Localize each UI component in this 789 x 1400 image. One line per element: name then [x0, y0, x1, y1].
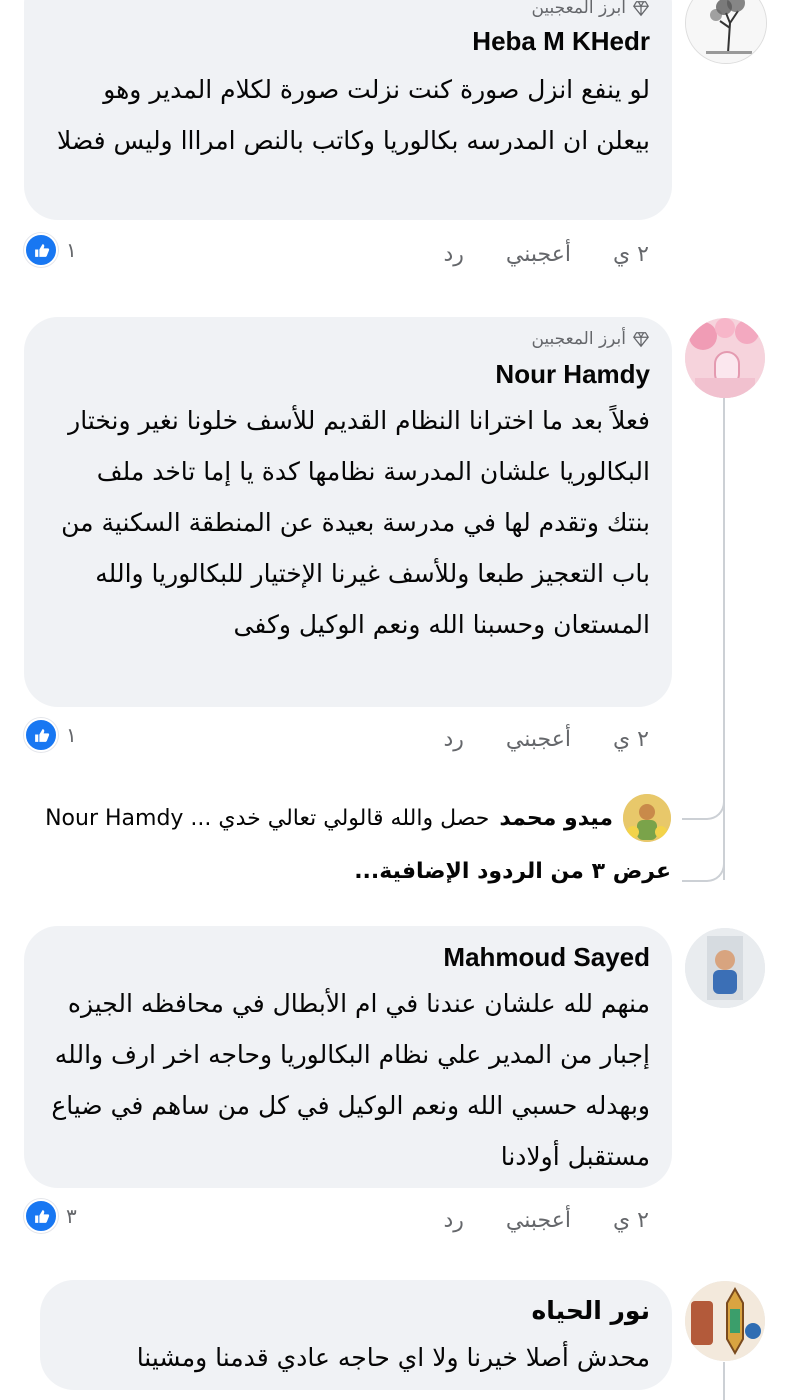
comment-author[interactable]: Nour Hamdy: [495, 359, 650, 390]
thread-line: [723, 1362, 725, 1400]
reply-button[interactable]: رد: [443, 242, 463, 267]
top-fan-badge: أبرز المعجبين: [531, 0, 650, 18]
comment-actions: ٢ ي أعجبني رد: [401, 727, 649, 752]
like-thumb-icon: [24, 718, 58, 752]
reply-button[interactable]: رد: [443, 727, 463, 752]
comment-time[interactable]: ٢ ي: [613, 1208, 649, 1233]
reaction-summary[interactable]: ٣: [24, 1199, 77, 1233]
reaction-summary[interactable]: ١: [24, 718, 77, 752]
avatar[interactable]: [685, 928, 765, 1008]
comment-actions: ٢ ي أعجبني رد: [401, 1208, 649, 1233]
comment-bubble: نور الحياه محدش أصلا خيرنا ولا اي حاجه ع…: [40, 1280, 672, 1390]
child-photo-avatar: [685, 928, 765, 1008]
like-button[interactable]: أعجبني: [506, 1208, 571, 1233]
thread-branch: [682, 790, 725, 820]
reaction-summary[interactable]: ١: [24, 233, 77, 267]
comment-time[interactable]: ٢ ي: [613, 727, 649, 752]
avatar[interactable]: [685, 1281, 765, 1361]
reaction-count: ١: [66, 723, 77, 747]
like-thumb-icon: [24, 1199, 58, 1233]
comment-text: فعلاً بعد ما اخترانا النظام القديم للأسف…: [61, 406, 650, 639]
comment-bubble: Mahmoud Sayed منهم لله علشان عندنا في ام…: [24, 926, 672, 1188]
comment-bubble: أبرز المعجبين Heba M KHedr لو ينفع انزل …: [24, 0, 672, 220]
comment-author[interactable]: نور الحياه: [532, 1296, 650, 1325]
badge-label: أبرز المعجبين: [531, 329, 626, 349]
like-button[interactable]: أعجبني: [506, 727, 571, 752]
avatar[interactable]: [685, 0, 767, 64]
reaction-count: ٣: [66, 1204, 77, 1228]
comment-time[interactable]: ٢ ي: [613, 242, 649, 267]
reply-text: حصل والله قالولي تعالي خدي ... Nour Hamd…: [45, 805, 490, 831]
reply-avatar[interactable]: [623, 794, 671, 842]
tree-illustration: [686, 0, 766, 63]
comment-bubble: أبرز المعجبين Nour Hamdy فعلاً بعد ما اخ…: [24, 317, 672, 707]
comment-author[interactable]: Mahmoud Sayed: [443, 942, 650, 973]
reply-preview[interactable]: ميدو محمد حصل والله قالولي تعالي خدي ...…: [45, 794, 671, 842]
like-thumb-icon: [24, 233, 58, 267]
top-fan-badge: أبرز المعجبين: [531, 329, 650, 349]
reply-author[interactable]: ميدو محمد: [499, 806, 613, 831]
pink-blossom-avatar: [685, 318, 765, 398]
comment-actions: ٢ ي أعجبني رد: [401, 242, 649, 267]
diamond-icon: [633, 332, 649, 348]
comment-text: محدش أصلا خيرنا ولا اي حاجه عادي قدمنا و…: [136, 1343, 650, 1372]
lantern-avatar: [685, 1281, 765, 1361]
thread-branch: [682, 852, 725, 882]
reaction-count: ١: [66, 238, 77, 262]
like-button[interactable]: أعجبني: [506, 242, 571, 267]
comment-text: لو ينفع انزل صورة كنت نزلت صورة لكلام ال…: [57, 75, 650, 155]
comment-author[interactable]: Heba M KHedr: [472, 26, 650, 57]
comment-text: منهم لله علشان عندنا في ام الأبطال في مح…: [51, 989, 650, 1171]
view-more-replies[interactable]: عرض ٣ من الردود الإضافية...: [354, 859, 671, 884]
avatar[interactable]: [685, 318, 765, 398]
badge-label: أبرز المعجبين: [531, 0, 626, 18]
diamond-icon: [633, 1, 649, 17]
reply-button[interactable]: رد: [443, 1208, 463, 1233]
avatar-image: [623, 794, 671, 842]
